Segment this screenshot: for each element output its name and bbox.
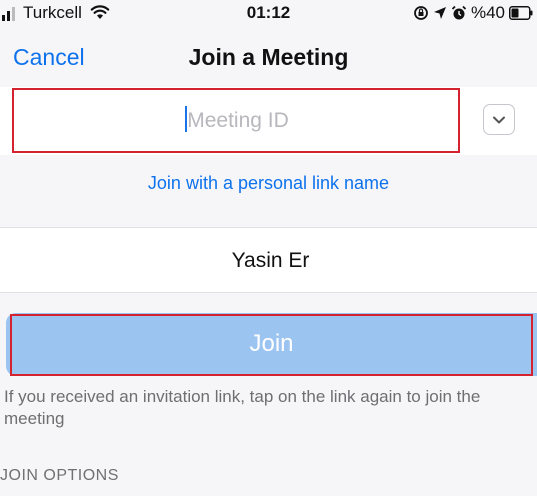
screen-lock-icon: [414, 6, 428, 20]
meeting-history-dropdown[interactable]: [483, 104, 515, 135]
alarm-icon: [451, 5, 467, 20]
chevron-down-icon: [493, 116, 505, 123]
status-indicators: %40: [413, 3, 533, 23]
display-name-input[interactable]: [0, 242, 537, 280]
status-bar: Turkcell 01:12 %40: [0, 0, 537, 28]
join-options-header: JOIN OPTIONS: [0, 467, 119, 484]
invitation-hint: If you received an invitation link, tap …: [4, 387, 481, 428]
battery-percent: %40: [470, 3, 505, 22]
page-title: Join a Meeting: [188, 44, 349, 70]
meeting-id-input[interactable]: [12, 100, 464, 142]
join-button-label: Join: [249, 330, 294, 357]
text-cursor: [185, 106, 187, 132]
location-icon: [433, 7, 446, 19]
personal-link-name-button[interactable]: Join with a personal link name: [0, 173, 537, 194]
battery-icon: [509, 6, 533, 20]
